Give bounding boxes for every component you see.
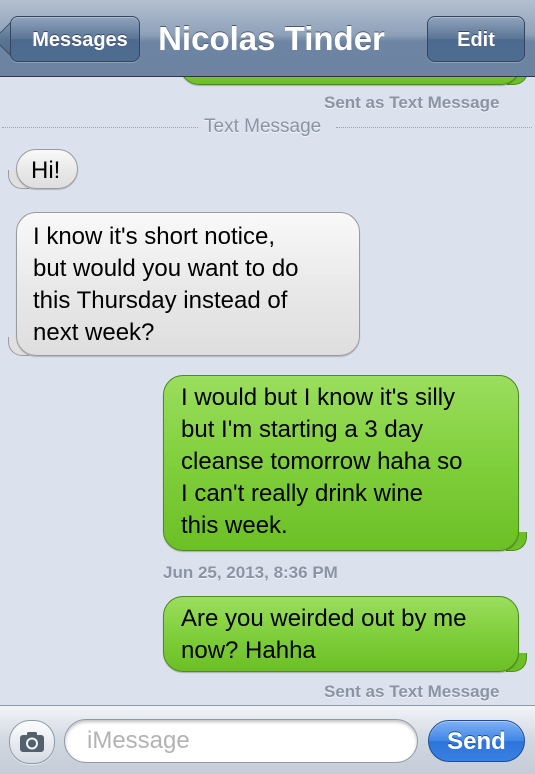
back-button-label: Messages xyxy=(32,29,128,51)
message-bubble-incoming[interactable]: I know it's short notice, but would you … xyxy=(8,212,360,356)
send-button[interactable]: Send xyxy=(428,720,525,762)
navigation-bar: Messages Nicolas Tinder Edit xyxy=(0,0,535,77)
message-text: Hi! xyxy=(31,157,61,184)
message-timestamp: Jun 25, 2013, 8:36 PM xyxy=(163,563,338,582)
divider-line-right xyxy=(336,127,532,128)
divider-label: Text Message xyxy=(204,116,322,137)
message-bubble-outgoing[interactable]: Are you weirded out by me now? Hahha xyxy=(163,596,527,672)
camera-button[interactable] xyxy=(9,720,55,764)
message-text: Are you weirded out by me now? Hahha xyxy=(181,605,467,664)
message-text: I would but I know it's silly but I'm st… xyxy=(181,384,463,539)
sent-as-text-status: Sent as Text Message xyxy=(324,682,500,701)
previous-message-bubble[interactable] xyxy=(180,77,528,85)
edit-button[interactable]: Edit xyxy=(427,16,525,62)
conversation-thread[interactable]: Sent as Text Message Text Message Hi! I … xyxy=(0,77,535,705)
sent-as-text-status: Sent as Text Message xyxy=(324,93,500,112)
message-bubble-incoming[interactable]: Hi! xyxy=(8,149,78,189)
camera-icon xyxy=(20,732,44,752)
text-message-divider: Text Message xyxy=(0,115,535,139)
message-text: I know it's short notice, but would you … xyxy=(33,223,299,346)
divider-line-left xyxy=(2,127,198,128)
imessage-input[interactable]: iMessage xyxy=(64,719,418,763)
message-input-bar: iMessage Send xyxy=(0,705,535,774)
message-bubble-outgoing[interactable]: I would but I know it's silly but I'm st… xyxy=(163,375,527,551)
